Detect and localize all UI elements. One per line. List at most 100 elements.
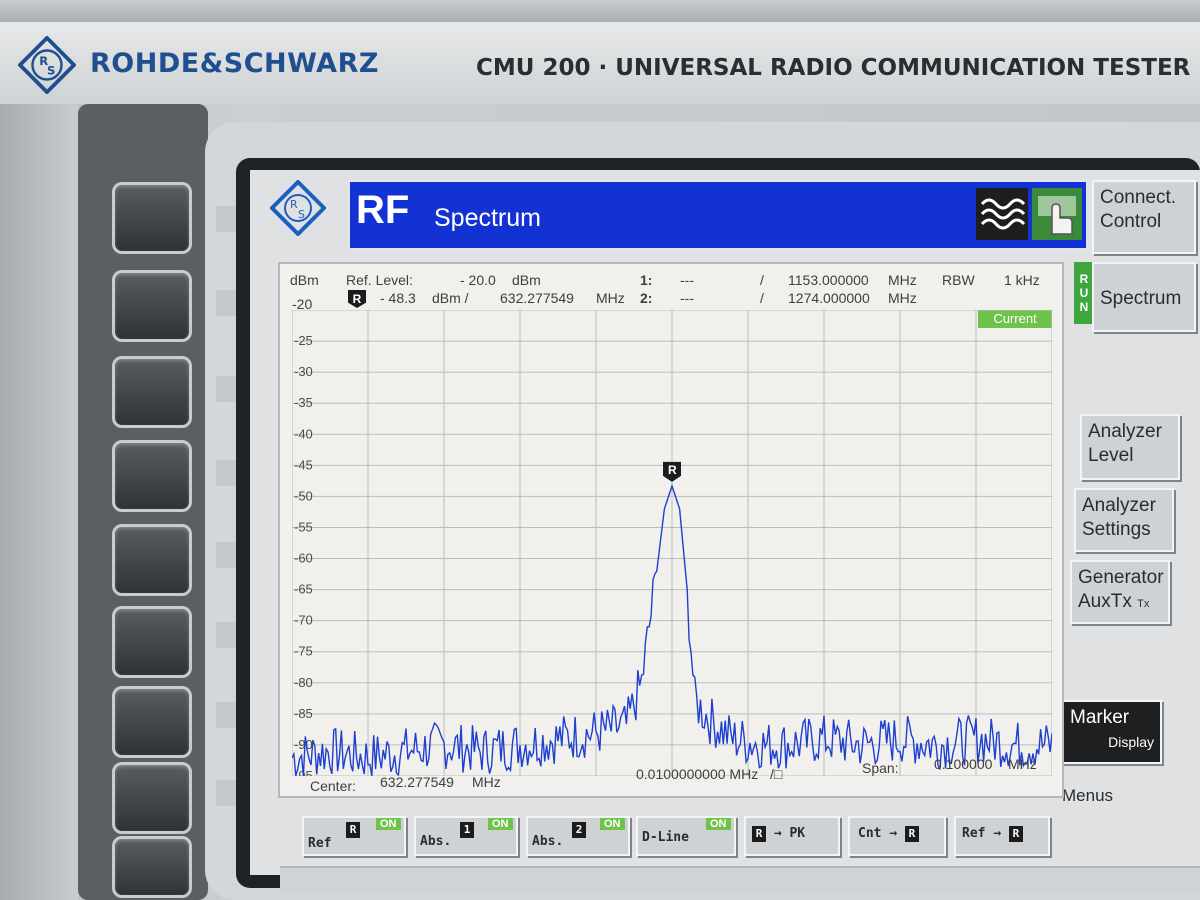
- span-label: Span:: [862, 760, 899, 776]
- y-axis-ticks: -25 -30 -35 -40 -45 -50 -55 -60 -65 -70 -75 -80 -85 -…: [294, 333, 313, 776]
- abs-2-button[interactable]: Abs. 2 ON: [526, 816, 630, 856]
- analyzer-level-label-2: Level: [1088, 445, 1134, 466]
- y-tick-label: -35: [294, 395, 313, 410]
- connect-control-label: Connect. Control: [1100, 187, 1177, 232]
- spectrum-button[interactable]: Spectrum: [1092, 262, 1196, 332]
- generator-label-1: Generator: [1078, 567, 1164, 588]
- ref-button-label: Ref: [308, 836, 332, 851]
- lower-bezel: [280, 866, 1200, 894]
- d-line-label: D-Line: [642, 830, 689, 845]
- analyzer-level-label-1: Analyzer: [1088, 421, 1162, 442]
- svg-text:S: S: [47, 64, 55, 78]
- svg-text:S: S: [298, 208, 305, 221]
- bezel-left-edge: [0, 104, 78, 900]
- marker-2-label: 2:: [640, 290, 653, 306]
- softkey-5[interactable]: [112, 524, 192, 596]
- spectrum-button-label: Spectrum: [1100, 288, 1182, 309]
- ref-level-value: - 20.0: [460, 272, 496, 288]
- wave-icon: [976, 188, 1028, 240]
- abs-1-button[interactable]: Abs. 1 ON: [414, 816, 518, 856]
- softkey-7[interactable]: [112, 686, 192, 758]
- on-badge: ON: [706, 818, 731, 830]
- rohde-schwarz-logo-icon: R S: [18, 36, 76, 94]
- ref-to-marker-button[interactable]: Ref → R: [954, 816, 1050, 856]
- marker-label-1: Marker: [1070, 707, 1130, 728]
- abs-2-label: Abs.: [532, 834, 564, 849]
- marker-1-freq-unit: MHz: [888, 272, 917, 288]
- rbw-value: 1 kHz: [1004, 272, 1040, 288]
- y-tick-label: -30: [294, 364, 313, 379]
- page-title-spectrum: Spectrum: [434, 204, 541, 232]
- marker-2-sep: /: [760, 290, 764, 306]
- connect-control-button[interactable]: Connect. Control: [1092, 180, 1196, 254]
- cnt-label: Cnt: [858, 826, 882, 841]
- generator-label-sub: Tx: [1137, 598, 1150, 610]
- y-tick-label: -90: [294, 737, 313, 752]
- on-badge: ON: [488, 818, 513, 830]
- page-title-rf: RF: [356, 188, 410, 232]
- rbw-label: RBW: [942, 272, 975, 288]
- plot-grid: [292, 310, 1052, 776]
- generator-auxtx-button[interactable]: Generator AuxTx Tx: [1070, 560, 1170, 624]
- span-unit: MHz: [1008, 756, 1037, 772]
- generator-label-2: AuxTx: [1078, 591, 1132, 612]
- marker-r-level-unit: dBm /: [432, 290, 469, 306]
- div-value: 0.0100000000 MHz: [636, 766, 759, 782]
- y-tick-label: -60: [294, 551, 313, 566]
- y-tick-label: -50: [294, 488, 313, 503]
- marker-1-label: 1:: [640, 272, 653, 288]
- y-tick-label: -25: [294, 333, 313, 348]
- d-line-button[interactable]: D-Line ON: [636, 816, 736, 856]
- abs-1-label: Abs.: [420, 834, 452, 849]
- to-peak-label: → PK: [773, 826, 806, 841]
- marker-r-freq: 632.277549: [500, 290, 574, 306]
- ref-marker-button[interactable]: Ref R ON: [302, 816, 406, 856]
- center-value: 632.277549: [380, 774, 454, 790]
- ref-level-unit: dBm: [512, 272, 541, 288]
- softkey-2[interactable]: [112, 270, 192, 342]
- y-tick-label: -55: [294, 519, 313, 534]
- y-tick-label: -75: [294, 644, 313, 659]
- analyzer-settings-label-2: Settings: [1082, 519, 1151, 540]
- y-tick-label: -80: [294, 675, 313, 690]
- marker-2-icon: 2: [572, 822, 586, 838]
- device-top-edge: [0, 0, 1200, 24]
- center-unit: MHz: [472, 774, 501, 790]
- softkey-1[interactable]: [112, 182, 192, 254]
- unit-label: dBm: [290, 272, 319, 288]
- softkey-3[interactable]: [112, 356, 192, 428]
- div-unit: /□: [770, 766, 783, 782]
- marker-r-freq-unit: MHz: [596, 290, 625, 306]
- run-indicator: RUN: [1074, 262, 1094, 324]
- y-tick-label: -70: [294, 613, 313, 628]
- menus-label[interactable]: Menus: [1062, 786, 1113, 806]
- marker-to-peak-button[interactable]: R → PK: [744, 816, 840, 856]
- peak-marker: R: [663, 461, 681, 482]
- softkey-6[interactable]: [112, 606, 192, 678]
- model-name: CMU 200 · UNIVERSAL RADIO COMMUNICATION …: [476, 55, 1191, 81]
- softkey-9[interactable]: [112, 836, 192, 898]
- marker-2-freq: 1274.000000: [788, 290, 870, 306]
- center-to-marker-button[interactable]: Cnt → R: [848, 816, 946, 856]
- marker-display-button[interactable]: Marker Display: [1062, 700, 1162, 764]
- marker-r-level: - 48.3: [380, 290, 416, 306]
- analyzer-level-button[interactable]: Analyzer Level: [1080, 414, 1180, 480]
- softkey-4[interactable]: [112, 440, 192, 512]
- rs-logo-icon: R S: [270, 180, 326, 236]
- ref-level-label: Ref. Level:: [346, 272, 413, 288]
- center-label: Center:: [310, 778, 356, 794]
- marker-1-value: ---: [680, 272, 694, 288]
- arrow-label: →: [993, 826, 1002, 841]
- softkey-8[interactable]: [112, 762, 192, 834]
- on-badge: ON: [376, 818, 401, 830]
- analyzer-settings-button[interactable]: Analyzer Settings: [1074, 488, 1174, 552]
- ref-label: Ref: [962, 826, 986, 841]
- touch-hand-icon[interactable]: [1032, 188, 1082, 240]
- span-value: 0.100000: [934, 756, 993, 772]
- marker-2-value: ---: [680, 290, 694, 306]
- on-badge: ON: [600, 818, 625, 830]
- marker-r-icon: R: [346, 822, 360, 838]
- marker-1-sep: /: [760, 272, 764, 288]
- spectrum-plot: -25 -30 -35 -40 -45 -50 -55 -60 -65 -70 -75 -80 -85 -…: [292, 310, 1052, 776]
- svg-text:R: R: [290, 198, 298, 211]
